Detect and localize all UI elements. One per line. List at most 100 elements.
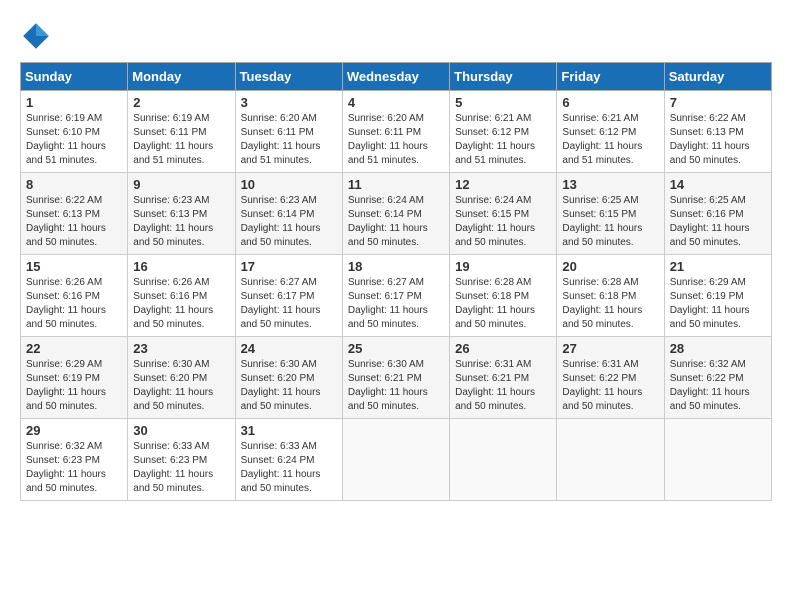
day-info: Sunrise: 6:29 AMSunset: 6:19 PMDaylight:…: [670, 276, 766, 332]
day-number: 9: [133, 177, 229, 192]
day-info: Sunrise: 6:33 AMSunset: 6:24 PMDaylight:…: [241, 440, 337, 496]
day-info: Sunrise: 6:20 AMSunset: 6:11 PMDaylight:…: [241, 112, 337, 168]
day-info: Sunrise: 6:31 AMSunset: 6:21 PMDaylight:…: [455, 358, 551, 414]
day-number: 29: [26, 423, 122, 438]
logo: [20, 20, 56, 52]
day-cell: 15 Sunrise: 6:26 AMSunset: 6:16 PMDayligh…: [21, 255, 128, 337]
day-number: 23: [133, 341, 229, 356]
day-cell: 1 Sunrise: 6:19 AMSunset: 6:10 PMDaylight…: [21, 91, 128, 173]
day-number: 26: [455, 341, 551, 356]
day-info: Sunrise: 6:19 AMSunset: 6:10 PMDaylight:…: [26, 112, 122, 168]
day-cell: 8 Sunrise: 6:22 AMSunset: 6:13 PMDaylight…: [21, 173, 128, 255]
day-number: 7: [670, 95, 766, 110]
day-info: Sunrise: 6:30 AMSunset: 6:21 PMDaylight:…: [348, 358, 444, 414]
day-number: 2: [133, 95, 229, 110]
day-number: 20: [562, 259, 658, 274]
day-cell: 7Sunrise: 6:22 AMSunset: 6:13 PMDaylight…: [664, 91, 771, 173]
day-number: 5: [455, 95, 551, 110]
day-info: Sunrise: 6:24 AMSunset: 6:15 PMDaylight:…: [455, 194, 551, 250]
day-cell: 30 Sunrise: 6:33 AMSunset: 6:23 PMDayligh…: [128, 419, 235, 501]
day-info: Sunrise: 6:33 AMSunset: 6:23 PMDaylight:…: [133, 440, 229, 496]
day-info: Sunrise: 6:32 AMSunset: 6:23 PMDaylight:…: [26, 440, 122, 496]
day-cell: 16Sunrise: 6:26 AMSunset: 6:16 PMDayligh…: [128, 255, 235, 337]
weekday-header-sunday: Sunday: [21, 63, 128, 91]
day-cell: 22Sunrise: 6:29 AMSunset: 6:19 PMDayligh…: [21, 337, 128, 419]
week-row-5: 29 Sunrise: 6:32 AMSunset: 6:23 PMDayligh…: [21, 419, 772, 501]
day-info: Sunrise: 6:24 AMSunset: 6:14 PMDaylight:…: [348, 194, 444, 250]
header: [20, 20, 772, 52]
day-cell: 24 Sunrise: 6:30 AMSunset: 6:20 PMDayligh…: [235, 337, 342, 419]
day-cell: 28Sunrise: 6:32 AMSunset: 6:22 PMDayligh…: [664, 337, 771, 419]
day-info: Sunrise: 6:29 AMSunset: 6:19 PMDaylight:…: [26, 358, 122, 414]
weekday-header-row: SundayMondayTuesdayWednesdayThursdayFrid…: [21, 63, 772, 91]
day-number: 18: [348, 259, 444, 274]
day-number: 10: [241, 177, 337, 192]
day-cell: 4 Sunrise: 6:20 AMSunset: 6:11 PMDaylight…: [342, 91, 449, 173]
day-number: 15: [26, 259, 122, 274]
day-cell: [557, 419, 664, 501]
day-number: 25: [348, 341, 444, 356]
day-info: Sunrise: 6:20 AMSunset: 6:11 PMDaylight:…: [348, 112, 444, 168]
day-cell: 3 Sunrise: 6:20 AMSunset: 6:11 PMDaylight…: [235, 91, 342, 173]
day-number: 30: [133, 423, 229, 438]
day-info: Sunrise: 6:23 AMSunset: 6:13 PMDaylight:…: [133, 194, 229, 250]
day-number: 31: [241, 423, 337, 438]
day-cell: [664, 419, 771, 501]
day-cell: 2 Sunrise: 6:19 AMSunset: 6:11 PMDaylight…: [128, 91, 235, 173]
day-cell: [342, 419, 449, 501]
weekday-header-friday: Friday: [557, 63, 664, 91]
weekday-header-wednesday: Wednesday: [342, 63, 449, 91]
day-info: Sunrise: 6:22 AMSunset: 6:13 PMDaylight:…: [26, 194, 122, 250]
weekday-header-thursday: Thursday: [450, 63, 557, 91]
day-info: Sunrise: 6:27 AMSunset: 6:17 PMDaylight:…: [348, 276, 444, 332]
day-info: Sunrise: 6:28 AMSunset: 6:18 PMDaylight:…: [455, 276, 551, 332]
day-info: Sunrise: 6:32 AMSunset: 6:22 PMDaylight:…: [670, 358, 766, 414]
day-number: 4: [348, 95, 444, 110]
day-number: 1: [26, 95, 122, 110]
day-info: Sunrise: 6:23 AMSunset: 6:14 PMDaylight:…: [241, 194, 337, 250]
day-cell: 12 Sunrise: 6:24 AMSunset: 6:15 PMDayligh…: [450, 173, 557, 255]
day-info: Sunrise: 6:26 AMSunset: 6:16 PMDaylight:…: [133, 276, 229, 332]
day-info: Sunrise: 6:19 AMSunset: 6:11 PMDaylight:…: [133, 112, 229, 168]
day-cell: 18 Sunrise: 6:27 AMSunset: 6:17 PMDayligh…: [342, 255, 449, 337]
day-cell: 19Sunrise: 6:28 AMSunset: 6:18 PMDayligh…: [450, 255, 557, 337]
logo-icon: [20, 20, 52, 52]
day-cell: 27Sunrise: 6:31 AMSunset: 6:22 PMDayligh…: [557, 337, 664, 419]
day-number: 3: [241, 95, 337, 110]
day-cell: [450, 419, 557, 501]
day-number: 17: [241, 259, 337, 274]
weekday-header-monday: Monday: [128, 63, 235, 91]
day-info: Sunrise: 6:30 AMSunset: 6:20 PMDaylight:…: [133, 358, 229, 414]
day-number: 14: [670, 177, 766, 192]
day-cell: 29 Sunrise: 6:32 AMSunset: 6:23 PMDayligh…: [21, 419, 128, 501]
day-cell: 10 Sunrise: 6:23 AMSunset: 6:14 PMDayligh…: [235, 173, 342, 255]
day-info: Sunrise: 6:28 AMSunset: 6:18 PMDaylight:…: [562, 276, 658, 332]
day-info: Sunrise: 6:25 AMSunset: 6:16 PMDaylight:…: [670, 194, 766, 250]
day-number: 13: [562, 177, 658, 192]
calendar: SundayMondayTuesdayWednesdayThursdayFrid…: [20, 62, 772, 501]
day-info: Sunrise: 6:25 AMSunset: 6:15 PMDaylight:…: [562, 194, 658, 250]
day-info: Sunrise: 6:21 AMSunset: 6:12 PMDaylight:…: [562, 112, 658, 168]
day-info: Sunrise: 6:21 AMSunset: 6:12 PMDaylight:…: [455, 112, 551, 168]
day-cell: 9 Sunrise: 6:23 AMSunset: 6:13 PMDaylight…: [128, 173, 235, 255]
day-cell: 21 Sunrise: 6:29 AMSunset: 6:19 PMDayligh…: [664, 255, 771, 337]
week-row-1: 1 Sunrise: 6:19 AMSunset: 6:10 PMDaylight…: [21, 91, 772, 173]
day-number: 21: [670, 259, 766, 274]
day-number: 24: [241, 341, 337, 356]
day-number: 8: [26, 177, 122, 192]
week-row-2: 8 Sunrise: 6:22 AMSunset: 6:13 PMDaylight…: [21, 173, 772, 255]
day-info: Sunrise: 6:30 AMSunset: 6:20 PMDaylight:…: [241, 358, 337, 414]
day-number: 11: [348, 177, 444, 192]
week-row-4: 22Sunrise: 6:29 AMSunset: 6:19 PMDayligh…: [21, 337, 772, 419]
day-info: Sunrise: 6:26 AMSunset: 6:16 PMDaylight:…: [26, 276, 122, 332]
day-cell: 13 Sunrise: 6:25 AMSunset: 6:15 PMDayligh…: [557, 173, 664, 255]
day-cell: 5 Sunrise: 6:21 AMSunset: 6:12 PMDaylight…: [450, 91, 557, 173]
day-info: Sunrise: 6:31 AMSunset: 6:22 PMDaylight:…: [562, 358, 658, 414]
day-number: 12: [455, 177, 551, 192]
weekday-header-saturday: Saturday: [664, 63, 771, 91]
day-cell: 14 Sunrise: 6:25 AMSunset: 6:16 PMDayligh…: [664, 173, 771, 255]
day-cell: 17 Sunrise: 6:27 AMSunset: 6:17 PMDayligh…: [235, 255, 342, 337]
day-cell: 20 Sunrise: 6:28 AMSunset: 6:18 PMDayligh…: [557, 255, 664, 337]
week-row-3: 15 Sunrise: 6:26 AMSunset: 6:16 PMDayligh…: [21, 255, 772, 337]
day-info: Sunrise: 6:27 AMSunset: 6:17 PMDaylight:…: [241, 276, 337, 332]
